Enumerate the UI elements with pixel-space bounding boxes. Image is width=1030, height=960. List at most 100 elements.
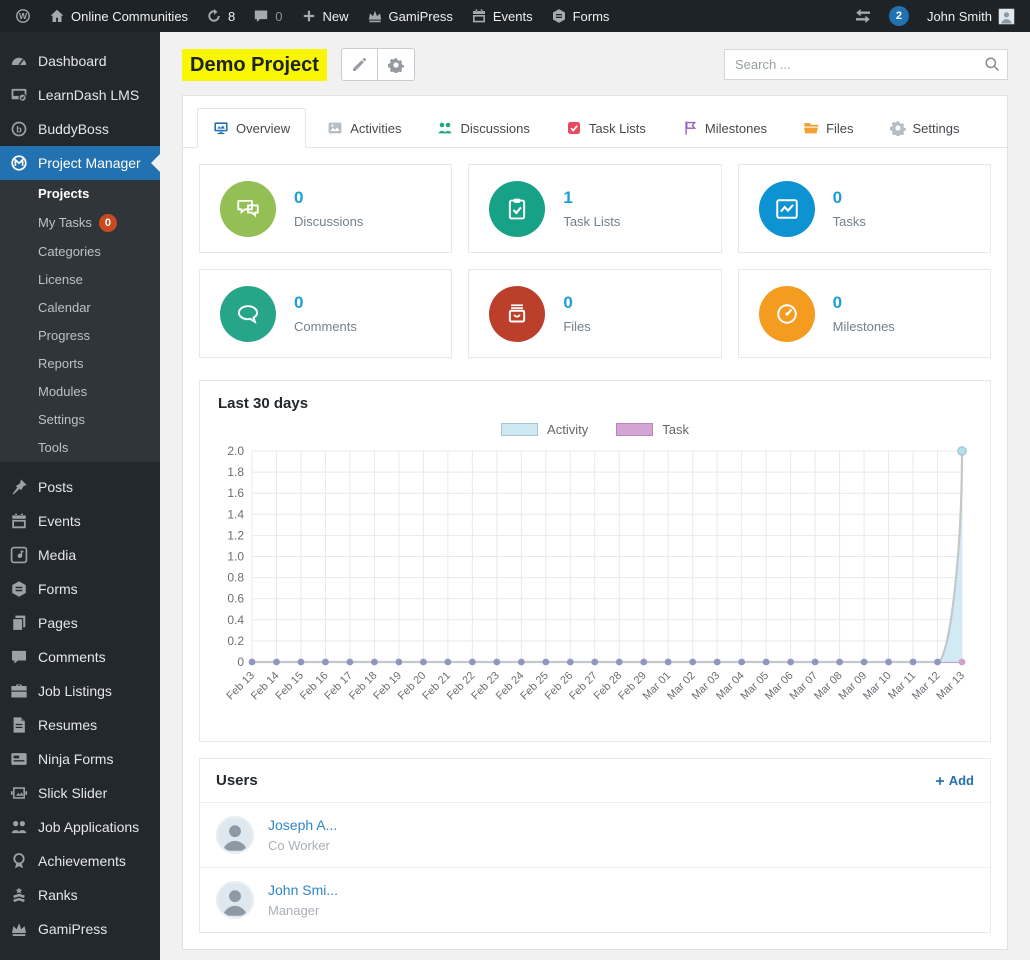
sidebar-subitem-tools[interactable]: Tools <box>0 434 160 462</box>
sidebar-item-label: Job Applications <box>38 819 139 835</box>
sidebar-subitem-license[interactable]: License <box>0 266 160 294</box>
svg-text:b: b <box>16 124 22 134</box>
user-account-menu[interactable]: John Smith <box>918 0 1024 32</box>
stat-count: 0 <box>833 293 895 313</box>
sidebar-subitem-modules[interactable]: Modules <box>0 378 160 406</box>
avatar[interactable] <box>216 881 254 919</box>
sidebar-item-ranks[interactable]: Ranks <box>0 878 160 912</box>
gamipress-label: GamiPress <box>389 9 453 24</box>
events-menu[interactable]: Events <box>462 0 542 32</box>
sidebar-item-job-listings[interactable]: Job Listings <box>0 674 160 708</box>
sidebar-item-job-applications[interactable]: Job Applications <box>0 810 160 844</box>
search-input[interactable] <box>724 49 1008 80</box>
new-content-menu[interactable]: New <box>292 0 358 32</box>
sidebar-subitem-categories[interactable]: Categories <box>0 238 160 266</box>
site-name-menu[interactable]: Online Communities <box>40 0 197 32</box>
tab-files[interactable]: Files <box>788 108 868 148</box>
checklist-icon <box>566 120 582 136</box>
user-row: John Smi...Manager <box>200 868 990 932</box>
pencil-icon <box>351 57 367 73</box>
sidebar-subitem-projects[interactable]: Projects <box>0 180 160 208</box>
switch-account-button[interactable] <box>846 0 880 32</box>
stat-count: 1 <box>563 188 620 208</box>
updates-menu[interactable]: 8 <box>197 0 244 32</box>
sidebar-subitem-progress[interactable]: Progress <box>0 322 160 350</box>
sidebar-item-events[interactable]: Events <box>0 504 160 538</box>
stat-label: Tasks <box>833 214 866 229</box>
comment-icon <box>10 648 28 666</box>
wordpress-menu[interactable]: W <box>6 0 40 32</box>
sidebar-item-learndash-lms[interactable]: LearnDash LMS <box>0 78 160 112</box>
add-user-button[interactable]: Add <box>934 773 974 788</box>
tab-label: Settings <box>913 121 960 136</box>
tab-activities[interactable]: Activities <box>312 108 416 148</box>
tab-label: Overview <box>236 121 290 136</box>
sidebar-subitem-calendar[interactable]: Calendar <box>0 294 160 322</box>
search-icon[interactable] <box>984 56 1000 72</box>
legend-item-task: Task <box>616 422 689 437</box>
stat-cards: 0Discussions1Task Lists0Tasks0Comments0F… <box>199 164 991 358</box>
tab-label: Files <box>826 121 853 136</box>
user-row: Joseph A...Co Worker <box>200 803 990 868</box>
sidebar-item-ninja-forms[interactable]: Ninja Forms <box>0 742 160 776</box>
sidebar-item-buddyboss[interactable]: bBuddyBoss <box>0 112 160 146</box>
medal-icon <box>10 852 28 870</box>
people-icon <box>10 818 28 836</box>
forms-menu[interactable]: Forms <box>542 0 619 32</box>
sidebar-subitem-settings[interactable]: Settings <box>0 406 160 434</box>
notifications-button[interactable]: 2 <box>880 0 918 32</box>
svg-text:0.2: 0.2 <box>227 634 244 648</box>
project-search <box>724 49 1008 80</box>
sidebar-subitem-my-tasks[interactable]: My Tasks0 <box>0 208 160 238</box>
comments-menu[interactable]: 0 <box>244 0 291 32</box>
sidebar-subitem-reports[interactable]: Reports <box>0 350 160 378</box>
legend-item-activity: Activity <box>501 422 588 437</box>
tab-task-lists[interactable]: Task Lists <box>551 108 661 148</box>
sidebar-item-media[interactable]: Media <box>0 538 160 572</box>
svg-text:Mar 13: Mar 13 <box>934 670 967 703</box>
users-card: Users Add Joseph A...Co WorkerJohn Smi..… <box>199 758 991 933</box>
buddyboss-icon: b <box>10 120 28 138</box>
sidebar-item-label: Events <box>38 513 81 529</box>
sidebar-item-resumes[interactable]: Resumes <box>0 708 160 742</box>
sidebar-item-forms[interactable]: Forms <box>0 572 160 606</box>
gamipress-menu[interactable]: GamiPress <box>358 0 462 32</box>
tab-discussions[interactable]: Discussions <box>422 108 544 148</box>
tab-label: Activities <box>350 121 401 136</box>
active-item-arrow <box>151 154 160 172</box>
sidebar-item-pages[interactable]: Pages <box>0 606 160 640</box>
edit-project-button[interactable] <box>341 48 378 81</box>
tab-milestones[interactable]: Milestones <box>667 108 782 148</box>
sidebar-item-comments[interactable]: Comments <box>0 640 160 674</box>
user-name-link[interactable]: John Smi... <box>268 882 338 898</box>
stat-label: Discussions <box>294 214 363 229</box>
sidebar-item-project-manager[interactable]: Project Manager <box>0 146 160 180</box>
svg-text:0.6: 0.6 <box>227 592 244 606</box>
sidebar-item-label: Media <box>38 547 76 563</box>
project-settings-button[interactable] <box>378 48 415 81</box>
people-icon <box>437 120 453 136</box>
tab-overview[interactable]: Overview <box>197 108 306 148</box>
notification-badge: 2 <box>889 6 909 26</box>
chat-bubbles-icon <box>220 181 276 237</box>
stat-count: 0 <box>563 293 590 313</box>
project-manager-icon <box>10 154 28 172</box>
user-name-link[interactable]: Joseph A... <box>268 817 337 833</box>
crown-icon <box>367 8 383 24</box>
stat-card-milestones: 0Milestones <box>738 269 991 358</box>
sidebar-item-dashboard[interactable]: Dashboard <box>0 44 160 78</box>
sidebar-item-slick-slider[interactable]: Slick Slider <box>0 776 160 810</box>
comment-count: 0 <box>275 9 282 24</box>
sidebar-item-label: Achievements <box>38 853 126 869</box>
sidebar-item-achievements[interactable]: Achievements <box>0 844 160 878</box>
sidebar-item-gamipress[interactable]: GamiPress <box>0 912 160 946</box>
sidebar-item-posts[interactable]: Posts <box>0 470 160 504</box>
svg-text:2.0: 2.0 <box>227 444 244 458</box>
sidebar-item-label: Slick Slider <box>38 785 107 801</box>
avatar[interactable] <box>216 816 254 854</box>
comment-icon <box>253 8 269 24</box>
sidebar-item-label: Comments <box>38 649 106 665</box>
screen-check-icon <box>10 86 28 104</box>
tab-settings[interactable]: Settings <box>875 108 975 148</box>
stat-count: 0 <box>294 293 357 313</box>
